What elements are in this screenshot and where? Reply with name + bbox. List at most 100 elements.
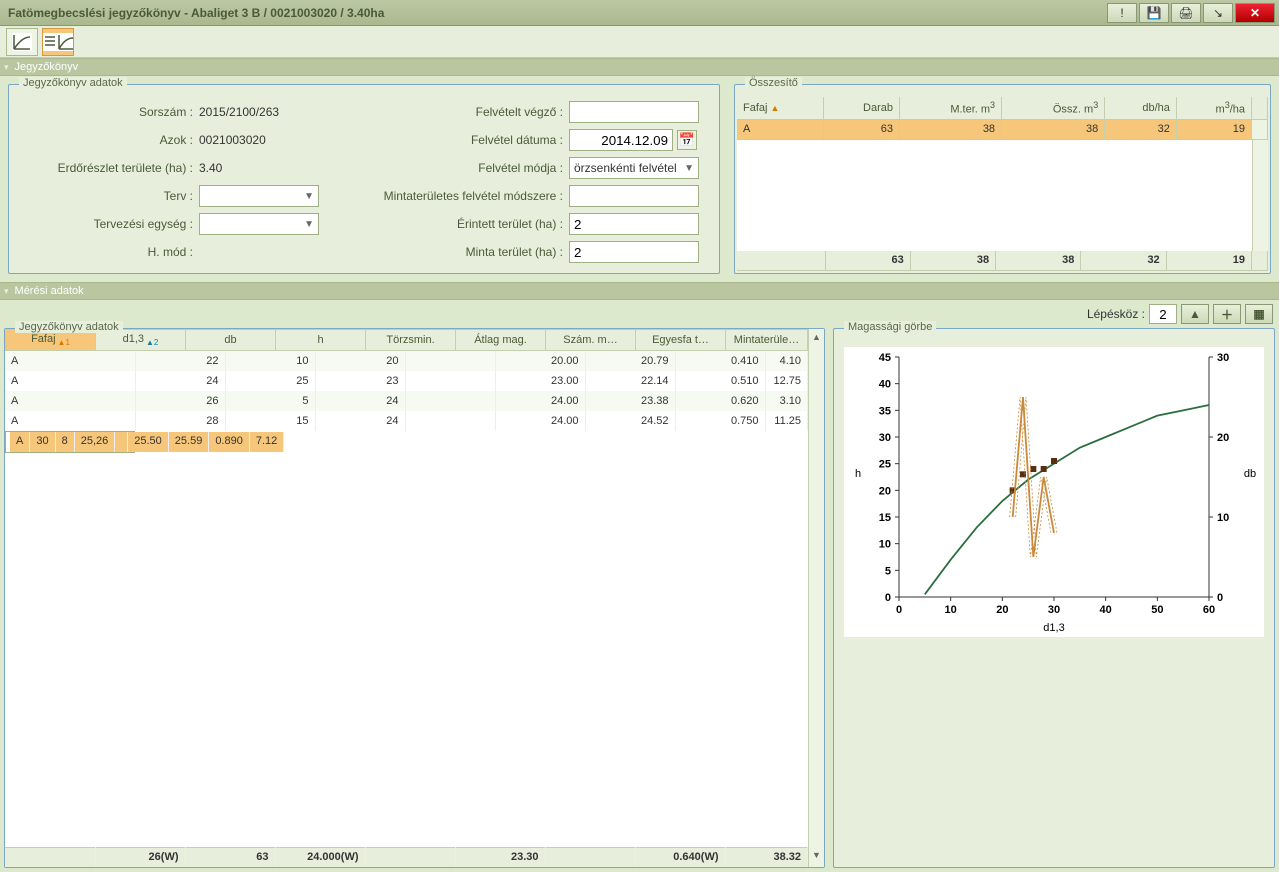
journal-data-legend: Jegyzőkönyv adatok bbox=[19, 77, 127, 89]
meas-footer: 26(W) 63 24.000(W) 23.30 0.640(W) 38.32 bbox=[5, 847, 808, 868]
affected-label: Érintett terület (ha) : bbox=[339, 217, 569, 231]
terv-select[interactable]: ▼ bbox=[199, 185, 319, 207]
sorszam-value: 2015/2100/263 bbox=[199, 105, 339, 119]
unit-select[interactable]: ▼ bbox=[199, 213, 319, 235]
mcol-minta[interactable]: Mintaterüle… bbox=[726, 330, 808, 351]
step-input[interactable] bbox=[1149, 304, 1177, 324]
unit-label: Tervezési egység : bbox=[19, 217, 199, 231]
recorder-label: Felvételt végző : bbox=[339, 105, 569, 119]
summary-scrollbar[interactable] bbox=[1252, 140, 1268, 251]
svg-text:20: 20 bbox=[996, 604, 1008, 616]
svg-text:10: 10 bbox=[945, 604, 957, 616]
mcol-egyes[interactable]: Egyesfa t… bbox=[636, 330, 726, 351]
mcol-szam[interactable]: Szám. m… bbox=[546, 330, 636, 351]
col-mter[interactable]: M.ter. m3 bbox=[899, 97, 1001, 119]
summary-totals-row: 6338383219 bbox=[737, 251, 1268, 271]
journal-section-header[interactable]: Jegyzőkönyv bbox=[0, 58, 1279, 76]
col-dbha[interactable]: db/ha bbox=[1105, 97, 1177, 119]
svg-text:10: 10 bbox=[1217, 512, 1229, 524]
step-label: Lépésköz : bbox=[1087, 307, 1145, 321]
table-row[interactable]: A28152424.0024.520.75011.25 bbox=[5, 411, 808, 431]
date-input[interactable] bbox=[569, 129, 673, 151]
chevron-down-icon: ▼ bbox=[304, 219, 314, 230]
sample-method-label: Mintaterületes felvétel módszere : bbox=[339, 189, 569, 203]
summary-scroll-head bbox=[1252, 97, 1268, 119]
svg-text:40: 40 bbox=[1100, 604, 1112, 616]
meas-table-body: A22102020.0020.790.4104.10A24252323.0022… bbox=[5, 351, 808, 846]
svg-text:30: 30 bbox=[1217, 352, 1229, 364]
sample-area-input[interactable] bbox=[569, 241, 699, 263]
meas-scrollbar[interactable] bbox=[808, 351, 824, 846]
sample-area-label: Minta terület (ha) : bbox=[339, 245, 569, 259]
toolbar bbox=[0, 26, 1279, 58]
list-curve-tool-button[interactable] bbox=[42, 28, 74, 56]
table-row[interactable]: A24252323.0022.140.51012.75 bbox=[5, 371, 808, 391]
height-curve-panel: Magassági görbe 010203040506005101520253… bbox=[833, 328, 1275, 868]
sorszam-label: Sorszám : bbox=[19, 105, 199, 119]
close-button[interactable]: ✕ bbox=[1235, 3, 1275, 23]
summary-row[interactable]: A6338383219 bbox=[737, 119, 1268, 139]
chevron-down-icon: ▼ bbox=[684, 163, 694, 174]
table-row[interactable]: A2652424.0023.380.6203.10 bbox=[5, 391, 808, 411]
azok-label: Azok : bbox=[19, 133, 199, 147]
calendar-icon: 📅 bbox=[679, 132, 695, 148]
svg-text:35: 35 bbox=[879, 405, 891, 417]
print-button[interactable]: 🖨 bbox=[1171, 3, 1201, 23]
mcol-avg[interactable]: Átlag mag. bbox=[456, 330, 546, 351]
calendar-button[interactable]: 📅 bbox=[677, 130, 697, 150]
summary-panel: Összesítő Fafaj ▲ Darab M.ter. m3 Össz. … bbox=[734, 84, 1271, 274]
affected-input[interactable] bbox=[569, 213, 699, 235]
svg-text:d1,3: d1,3 bbox=[1043, 622, 1064, 634]
svg-text:50: 50 bbox=[1151, 604, 1163, 616]
meas-table: Fafaj▲1 d1,3▲2 db h Törzsmin. Átlag mag.… bbox=[5, 329, 808, 351]
step-up-button[interactable]: ▲ bbox=[1181, 304, 1209, 324]
svg-text:15: 15 bbox=[879, 512, 891, 524]
save-button[interactable]: 💾 bbox=[1139, 3, 1169, 23]
col-darab[interactable]: Darab bbox=[824, 97, 900, 119]
table-row[interactable]: A30825,2625.5025.590.8907.12 bbox=[5, 431, 135, 453]
col-ossz[interactable]: Össz. m3 bbox=[1002, 97, 1105, 119]
date-label: Felvétel dátuma : bbox=[339, 133, 569, 147]
method-select[interactable]: örzsenkénti felvétel▼ bbox=[569, 157, 699, 179]
method-label: Felvétel módja : bbox=[339, 161, 569, 175]
svg-text:45: 45 bbox=[879, 352, 891, 364]
svg-text:0: 0 bbox=[896, 604, 902, 616]
summary-header-row: Fafaj ▲ Darab M.ter. m3 Össz. m3 db/ha m… bbox=[737, 97, 1268, 119]
meas-section-header[interactable]: Mérési adatok bbox=[0, 282, 1279, 300]
calc-button[interactable]: ▦ bbox=[1245, 304, 1273, 324]
recorder-input[interactable] bbox=[569, 101, 699, 123]
mcol-db[interactable]: db bbox=[186, 330, 276, 351]
list-curve-icon bbox=[43, 33, 73, 51]
meas-data-legend: Jegyzőkönyv adatok bbox=[15, 321, 123, 333]
area-value: 3.40 bbox=[199, 161, 339, 175]
table-row[interactable]: A22102020.0020.790.4104.10 bbox=[5, 351, 808, 371]
svg-text:0: 0 bbox=[885, 592, 891, 604]
sample-method-input[interactable] bbox=[569, 185, 699, 207]
window-title: Fatömegbecslési jegyzőkönyv - Abaliget 3… bbox=[4, 6, 1105, 20]
summary-table: Fafaj ▲ Darab M.ter. m3 Össz. m3 db/ha m… bbox=[737, 97, 1268, 140]
scroll-up-icon[interactable]: ▲ bbox=[809, 329, 824, 345]
svg-text:20: 20 bbox=[1217, 432, 1229, 444]
mcol-h[interactable]: h bbox=[276, 330, 366, 351]
curve-tool-button[interactable] bbox=[6, 28, 38, 56]
col-m3ha[interactable]: m3/ha bbox=[1176, 97, 1251, 119]
svg-text:40: 40 bbox=[879, 379, 891, 391]
scroll-down-icon[interactable]: ▼ bbox=[809, 847, 824, 863]
chevron-down-icon: ▼ bbox=[304, 191, 314, 202]
curve-icon bbox=[12, 33, 32, 51]
height-curve-legend: Magassági görbe bbox=[844, 321, 936, 333]
meas-scroll-foot: ▼ bbox=[808, 847, 824, 868]
azok-value: 0021003020 bbox=[199, 133, 339, 147]
col-fafaj[interactable]: Fafaj ▲ bbox=[737, 97, 824, 119]
height-curve-chart: 01020304050600510152025303540450102030d1… bbox=[844, 347, 1264, 637]
svg-text:20: 20 bbox=[879, 485, 891, 497]
hmod-label: H. mód : bbox=[19, 245, 199, 259]
terv-label: Terv : bbox=[19, 189, 199, 203]
svg-text:5: 5 bbox=[885, 565, 891, 577]
add-row-button[interactable]: ＋ bbox=[1213, 304, 1241, 324]
export-button[interactable]: ↘ bbox=[1203, 3, 1233, 23]
alert-button[interactable]: ! bbox=[1107, 3, 1137, 23]
svg-text:db: db bbox=[1244, 468, 1256, 480]
svg-text:0: 0 bbox=[1217, 592, 1223, 604]
mcol-torzs[interactable]: Törzsmin. bbox=[366, 330, 456, 351]
